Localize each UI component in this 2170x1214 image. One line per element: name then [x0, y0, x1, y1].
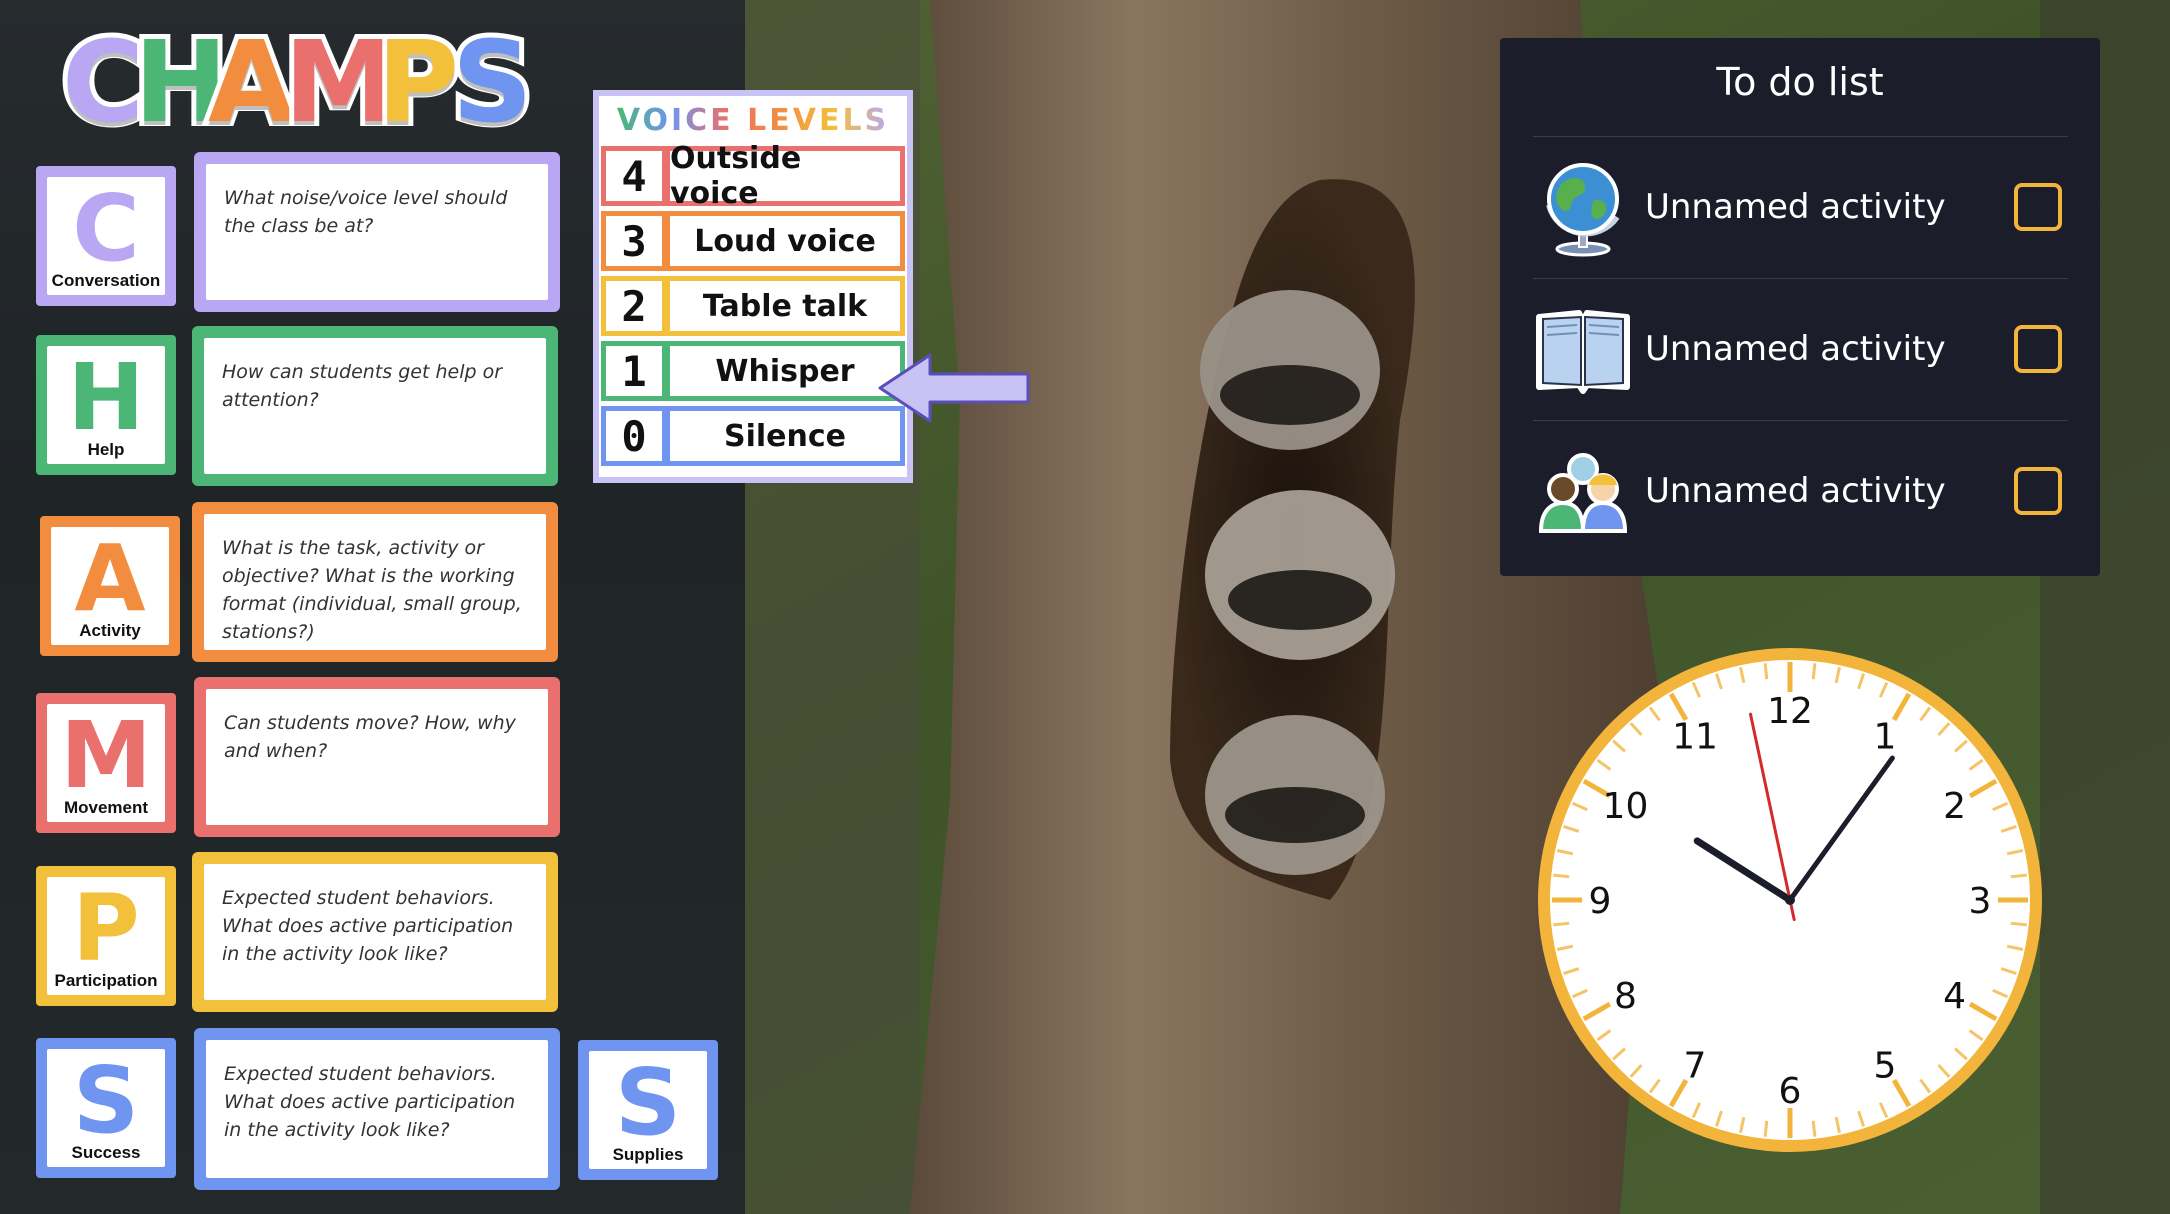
question-card-movement[interactable]: Can students move? How, why and when? — [194, 677, 560, 837]
voice-level-3[interactable]: 3 Loud voice — [601, 211, 905, 271]
voice-levels-title: VOICE LEVELS — [599, 96, 907, 146]
champs-tile-conversation: C Conversation — [36, 166, 176, 306]
todo-item-label: Unnamed activity — [1645, 329, 1946, 369]
tile-label: Help — [87, 440, 125, 459]
title-letter: S — [447, 13, 538, 153]
title-letter: M — [279, 13, 401, 153]
analog-clock: 121234567891011 — [1538, 648, 2042, 1152]
todo-title: To do list — [1716, 60, 1884, 104]
todo-item-label: Unnamed activity — [1645, 471, 1946, 511]
champs-title: C H A M P S — [57, 10, 538, 153]
clock-number: 10 — [1603, 786, 1649, 827]
voice-level-label: Table talk — [670, 281, 900, 331]
clock-number: 3 — [1969, 881, 1992, 922]
voice-levels-title-text: VOICE LEVELS — [616, 103, 890, 138]
question-text: Expected student behaviors. What does ac… — [222, 887, 514, 965]
champs-tile-supplies: S Supplies — [578, 1040, 718, 1180]
clock-minute-tick — [1553, 873, 1570, 879]
clock-number: 12 — [1767, 691, 1813, 732]
tile-letter: A — [74, 525, 146, 632]
tile-letter: H — [67, 344, 145, 451]
question-card-conversation[interactable]: What noise/voice level should the class … — [194, 152, 560, 312]
champs-tile-activity: A Activity — [40, 516, 180, 656]
tile-label: Supplies — [612, 1145, 684, 1164]
clock-number: 5 — [1874, 1046, 1897, 1087]
tile-label: Activity — [79, 621, 141, 640]
title-letter: A — [203, 13, 300, 153]
clock-minute-tick — [1553, 921, 1570, 927]
globe-icon — [1533, 157, 1633, 257]
question-text: What noise/voice level should the class … — [224, 187, 508, 237]
voice-level-label: Outside voice — [670, 141, 900, 211]
clock-minute-tick — [1811, 663, 1817, 680]
todo-checkbox[interactable] — [2014, 183, 2062, 231]
clock-number: 6 — [1779, 1071, 1802, 1112]
question-card-participation[interactable]: Expected student behaviors. What does ac… — [192, 852, 558, 1012]
question-text: What is the task, activity or objective?… — [222, 537, 522, 643]
question-text: Can students move? How, why and when? — [224, 712, 516, 762]
clock-number: 9 — [1589, 881, 1612, 922]
tile-letter: S — [72, 1047, 140, 1154]
clock-number: 11 — [1672, 716, 1718, 757]
clock-minute-tick — [1763, 1120, 1769, 1137]
todo-checkbox[interactable] — [2014, 467, 2062, 515]
todo-item[interactable]: Unnamed activity — [1533, 136, 2068, 277]
voice-level-number: 0 — [606, 411, 662, 461]
todo-checkbox[interactable] — [2014, 325, 2062, 373]
voice-level-label: Silence — [670, 411, 900, 461]
book-icon — [1533, 299, 1633, 399]
voice-level-number: 4 — [606, 151, 662, 201]
clock-minute-tick — [1763, 663, 1769, 680]
voice-level-pointer-arrow[interactable] — [878, 352, 1030, 424]
clock-number: 7 — [1684, 1046, 1707, 1087]
clock-center-pin — [1785, 895, 1795, 905]
clock-number: 2 — [1943, 786, 1966, 827]
clock-number: 1 — [1874, 716, 1897, 757]
tile-label: Conversation — [51, 271, 161, 290]
voice-level-label: Whisper — [670, 346, 900, 396]
group-icon — [1533, 441, 1633, 541]
todo-item-label: Unnamed activity — [1645, 187, 1946, 227]
tile-letter: C — [72, 175, 140, 282]
voice-level-0[interactable]: 0 Silence — [601, 406, 905, 466]
voice-level-number: 1 — [606, 346, 662, 396]
question-card-help[interactable]: How can students get help or attention? — [192, 326, 558, 486]
todo-list-widget: To do list Unnamed activity Unnamed acti — [1500, 38, 2100, 576]
voice-level-4[interactable]: 4 Outside voice — [601, 141, 905, 211]
clock-number: 8 — [1614, 976, 1637, 1017]
question-card-success[interactable]: Expected student behaviors. What does ac… — [194, 1028, 560, 1190]
question-text: Expected student behaviors. What does ac… — [224, 1063, 516, 1141]
voice-level-number: 2 — [606, 281, 662, 331]
champs-tile-movement: M Movement — [36, 693, 176, 833]
title-letter: P — [372, 13, 464, 153]
clock-minute-tick — [2010, 921, 2027, 927]
tile-label: Movement — [63, 798, 149, 817]
todo-item[interactable]: Unnamed activity — [1533, 278, 2068, 419]
champs-tile-success: S Success — [36, 1038, 176, 1178]
tile-letter: M — [60, 702, 152, 809]
clock-number: 4 — [1943, 976, 1966, 1017]
voice-levels-widget: VOICE LEVELS 4 Outside voice 3 Loud voic… — [593, 90, 913, 483]
todo-item[interactable]: Unnamed activity — [1533, 420, 2068, 561]
voice-level-1[interactable]: 1 Whisper — [601, 341, 905, 401]
question-text: How can students get help or attention? — [222, 361, 503, 411]
champs-tile-help: H Help — [36, 335, 176, 475]
voice-level-label: Loud voice — [670, 216, 900, 266]
tile-label: Success — [71, 1143, 141, 1162]
tile-letter: P — [72, 875, 140, 982]
champs-tile-participation: P Participation — [36, 866, 176, 1006]
clock-minute-tick — [1811, 1120, 1817, 1137]
voice-level-2[interactable]: 2 Table talk — [601, 276, 905, 336]
tile-letter: S — [614, 1049, 682, 1156]
question-card-activity[interactable]: What is the task, activity or objective?… — [192, 502, 558, 662]
voice-level-number: 3 — [606, 216, 662, 266]
tile-label: Participation — [54, 971, 158, 990]
clock-minute-tick — [2010, 873, 2027, 879]
title-letter: C — [57, 13, 149, 153]
